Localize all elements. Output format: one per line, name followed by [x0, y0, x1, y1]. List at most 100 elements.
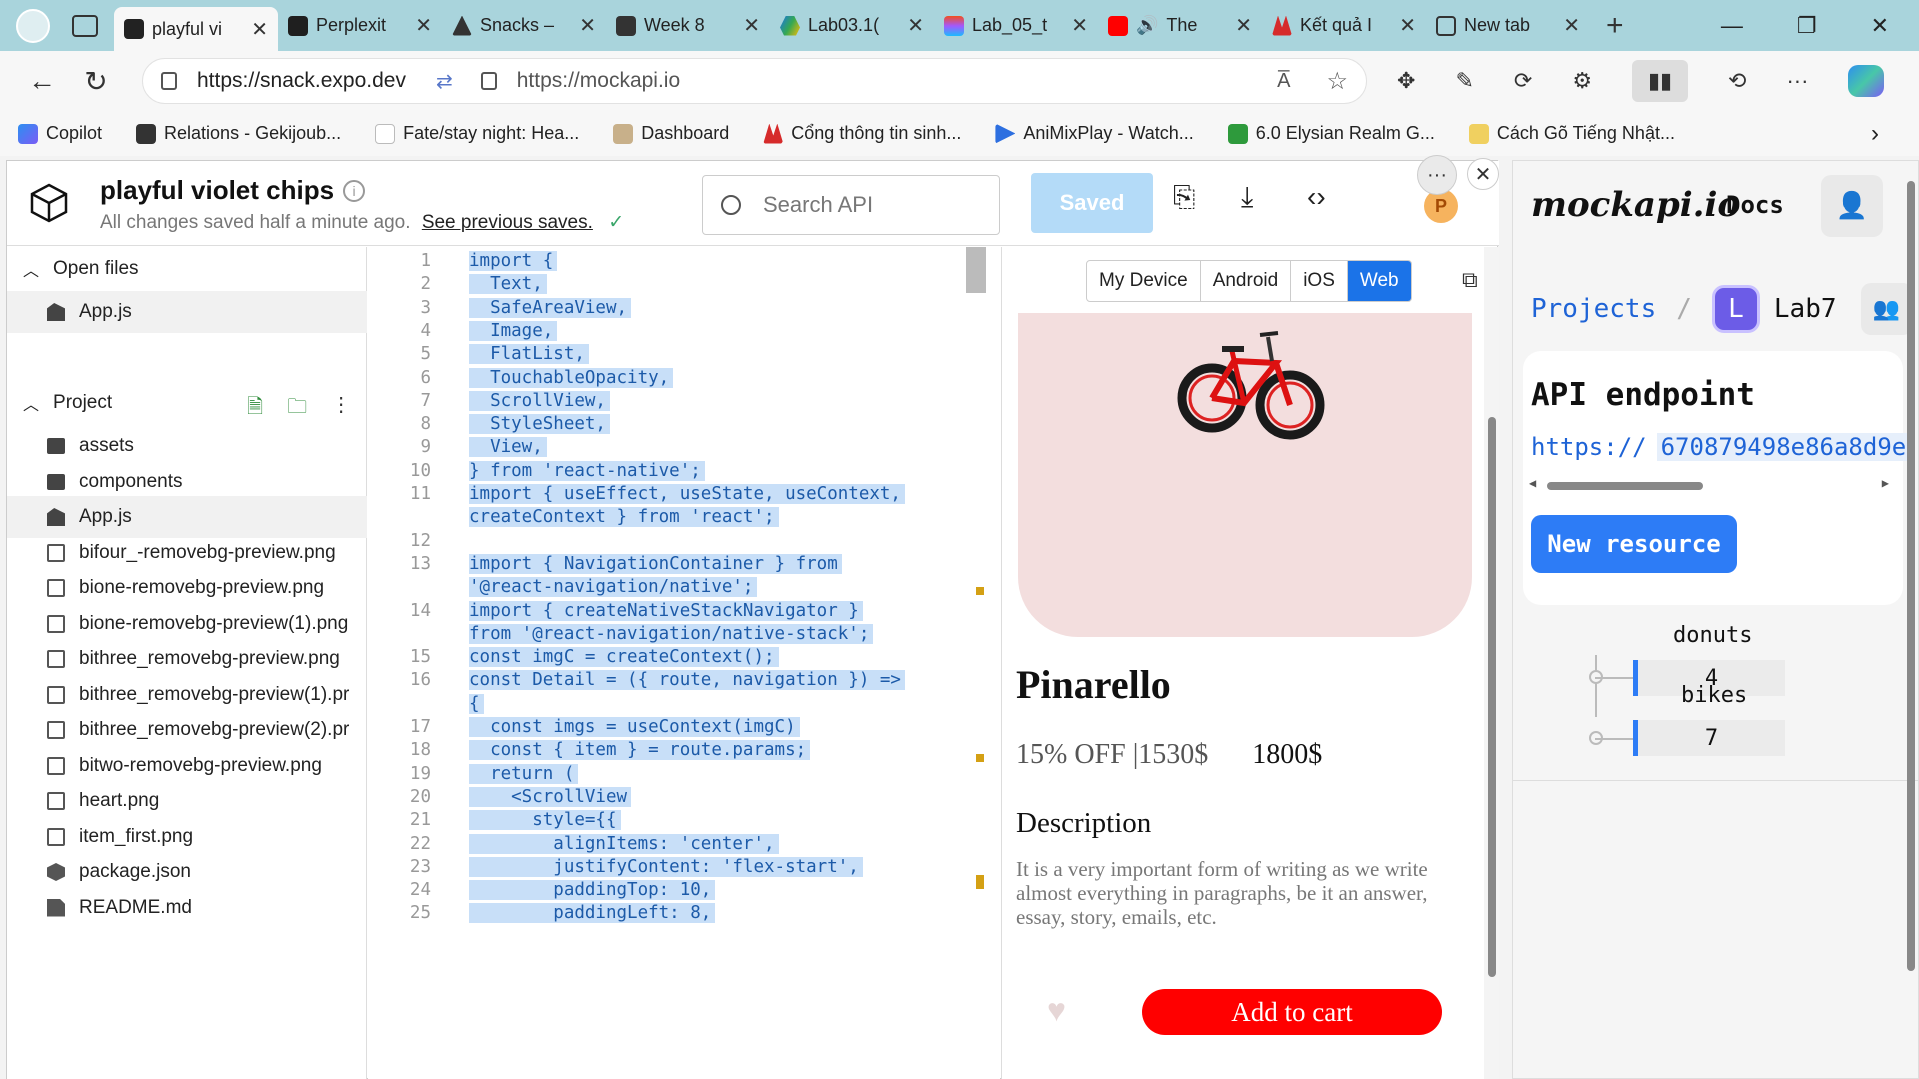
profile-avatar-icon[interactable] [16, 8, 50, 43]
tab-week8[interactable]: Week 8 ✕ [606, 6, 770, 46]
tab-perplexity[interactable]: Perplexit ✕ [278, 6, 442, 46]
new-tab-button[interactable]: + [1606, 9, 1624, 43]
close-panel-icon[interactable]: ✕ [1467, 158, 1499, 190]
tab-android[interactable]: Android [1201, 261, 1292, 301]
bookmark-relations[interactable]: Relations - Gekijoub... [136, 123, 341, 144]
performance-icon[interactable]: ⟳ [1514, 68, 1532, 94]
saved-button[interactable]: Saved [1031, 173, 1153, 233]
close-tab-icon[interactable]: ✕ [579, 13, 596, 38]
scroll-thumb[interactable] [1547, 482, 1703, 490]
projects-link[interactable]: Projects [1531, 294, 1656, 324]
split-link-icon[interactable]: ⇄ [436, 69, 453, 94]
heart-icon[interactable]: ♥ [1047, 992, 1066, 1029]
lock-icon[interactable] [161, 72, 177, 90]
scroll-thumb[interactable] [1907, 181, 1915, 971]
project-badge[interactable]: L [1711, 285, 1760, 333]
bookmark-copilot[interactable]: Copilot [18, 123, 102, 144]
restore-icon[interactable]: ❐ [1797, 13, 1817, 39]
open-file-item[interactable]: App.js [7, 291, 367, 333]
close-tab-icon[interactable]: ✕ [907, 13, 924, 38]
tab-new-tab[interactable]: New tab ✕ [1426, 6, 1590, 46]
line-number: 16 [409, 670, 431, 691]
copilot-icon[interactable] [1848, 65, 1885, 97]
open-external-icon[interactable]: ⧉ [1462, 267, 1478, 293]
close-tab-icon[interactable]: ✕ [1235, 13, 1252, 38]
scroll-right-icon[interactable]: ▶ [1882, 476, 1889, 490]
code-editor[interactable]: 1 2 3 4 5 6 7 8 9 10 11 12 13 14 15 16 17 18 19 20 21 22 23 24 2… [368, 247, 1000, 1079]
resource-name-bikes[interactable]: bikes [1681, 683, 1747, 708]
close-tab-icon[interactable]: ✕ [415, 13, 432, 38]
line-number: 15 [409, 647, 431, 668]
snack-logo-icon[interactable] [29, 183, 69, 223]
embed-code-icon[interactable]: ‹› [1307, 181, 1326, 213]
resource-count-bikes[interactable]: 7 [1633, 720, 1785, 756]
url-scrollbar[interactable]: ◀ ▶ [1529, 476, 1889, 491]
tab-ios[interactable]: iOS [1291, 261, 1348, 301]
bookmark-elysian[interactable]: 6.0 Elysian Realm G... [1227, 123, 1435, 144]
refresh-button[interactable]: ↻ [72, 57, 120, 105]
bookmark-fate[interactable]: Fate/stay night: Hea... [375, 123, 579, 144]
address-url-secondary: https://mockapi.io [516, 69, 681, 92]
new-resource-button[interactable]: New resource [1531, 515, 1737, 573]
close-tab-icon[interactable]: ✕ [1399, 13, 1416, 38]
open-files-header[interactable]: ︿ Open files [7, 247, 367, 291]
code-line: justifyContent: 'flex-start', [469, 856, 863, 877]
speaker-icon[interactable]: 🔊 [1136, 15, 1158, 36]
more-menu-icon[interactable]: ··· [1786, 68, 1808, 94]
tab-my-device[interactable]: My Device [1087, 261, 1201, 301]
bookmark-cong-thong-tin[interactable]: Cổng thông tin sinh... [763, 123, 961, 144]
read-aloud-icon[interactable]: A̅ [1277, 70, 1290, 93]
address-bar[interactable]: https://snack.expo.dev ⇄ https://mockapi… [142, 58, 1367, 104]
project-name[interactable]: Lab7 [1774, 294, 1837, 324]
resource-tree: donuts 4 bikes 7 [1513, 611, 1918, 781]
tab-ket-qua[interactable]: Kết quả I ✕ [1262, 6, 1426, 46]
info-icon[interactable]: i [343, 180, 365, 202]
close-tab-icon[interactable]: ✕ [1071, 13, 1088, 38]
minimize-icon[interactable]: — [1721, 13, 1743, 39]
back-button[interactable]: ← [18, 57, 66, 105]
preview-scrollbar[interactable] [1484, 247, 1499, 1079]
editor-scrollbar[interactable] [966, 247, 986, 293]
split-screen-icon[interactable]: ▮▮ [1632, 60, 1689, 102]
tab-lab03[interactable]: Lab03.1( ✕ [770, 6, 934, 46]
user-icon[interactable]: 👤 [1821, 175, 1883, 237]
search-api-input[interactable]: Search API [702, 175, 1000, 235]
history-icon[interactable]: ⟲ [1728, 68, 1746, 94]
eyedropper-icon[interactable]: ✎ [1455, 68, 1473, 94]
download-icon[interactable]: ⤓ [1241, 181, 1253, 214]
workspaces-icon[interactable] [72, 14, 98, 37]
add-to-cart-button[interactable]: Add to cart [1142, 989, 1442, 1035]
scroll-left-icon[interactable]: ◀ [1529, 476, 1536, 490]
more-options-icon[interactable]: ··· [1417, 155, 1457, 195]
mockapi-scrollbar[interactable] [1903, 161, 1918, 1078]
tab-snacks[interactable]: Snacks – ✕ [442, 6, 606, 46]
export-icon[interactable]: ⎘ [1173, 181, 1195, 214]
api-endpoint-url[interactable]: https:// 670879498e86a8d9e [1531, 433, 1911, 461]
previous-saves-link[interactable]: See previous saves. [422, 212, 593, 233]
tab-web[interactable]: Web [1347, 261, 1411, 301]
close-window-icon[interactable]: ✕ [1871, 13, 1889, 39]
docs-link[interactable]: Docs [1726, 191, 1784, 219]
close-tab-icon[interactable]: ✕ [743, 13, 760, 38]
tab-youtube[interactable]: 🔊 The ✕ [1098, 6, 1262, 46]
resource-name-donuts[interactable]: donuts [1673, 623, 1752, 648]
bookmark-animixplay[interactable]: AniMixPlay - Watch... [995, 123, 1194, 144]
extension-move-icon[interactable]: ✥ [1397, 68, 1415, 94]
file-item[interactable]: README.md [7, 887, 367, 929]
more-vertical-icon[interactable]: ⋮ [331, 392, 351, 426]
lock-icon[interactable] [480, 72, 497, 90]
bookmark-cach-go[interactable]: Cách Gõ Tiếng Nhật... [1468, 123, 1675, 144]
bookmark-dashboard[interactable]: Dashboard [613, 123, 729, 144]
tab-snack[interactable]: playful vi ✕ [114, 7, 278, 51]
project-title[interactable]: playful violet chips [100, 175, 334, 206]
add-folder-icon[interactable]: 🗀 [287, 392, 307, 426]
tab-lab05[interactable]: Lab_05_t ✕ [934, 6, 1098, 46]
close-tab-icon[interactable]: ✕ [251, 17, 268, 42]
add-file-icon[interactable]: 🗎 [247, 392, 263, 426]
close-tab-icon[interactable]: ✕ [1563, 13, 1580, 38]
mockapi-logo[interactable]: mockapi.io [1531, 185, 1740, 225]
extensions-icon[interactable]: ⚙ [1572, 68, 1592, 94]
more-bookmarks-icon[interactable]: › [1871, 120, 1879, 148]
scroll-thumb[interactable] [1488, 417, 1496, 977]
favorite-star-icon[interactable]: ☆ [1326, 67, 1348, 96]
